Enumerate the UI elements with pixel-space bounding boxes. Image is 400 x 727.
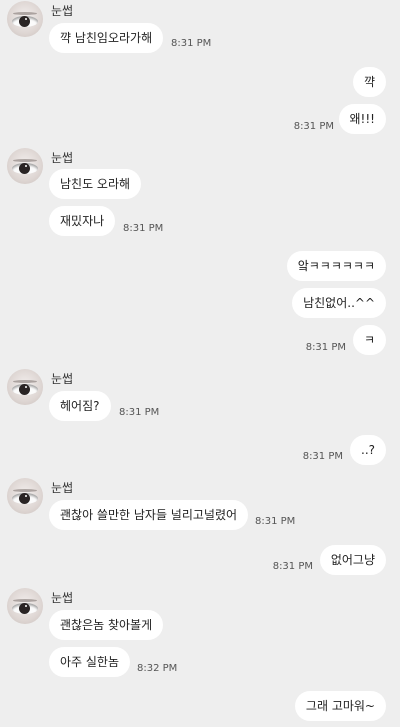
- eye-icon: [12, 384, 38, 395]
- sender-name: 눈썹: [51, 372, 74, 386]
- message-bubble[interactable]: 남친없어..^^: [292, 288, 386, 318]
- message-bubble[interactable]: 헤어짐?: [49, 391, 111, 421]
- avatar[interactable]: [7, 148, 43, 184]
- message-bubble[interactable]: ..?: [350, 435, 386, 465]
- message-time: 8:31 PM: [272, 561, 313, 572]
- message-bubble[interactable]: 앜ㅋㅋㅋㅋㅋㅋ: [286, 251, 386, 281]
- eye-icon: [12, 493, 38, 504]
- sender-name: 눈썹: [51, 4, 74, 18]
- message-bubble[interactable]: 남친도 오라해: [49, 169, 142, 199]
- avatar[interactable]: [7, 1, 43, 37]
- message-bubble[interactable]: 꺅: [352, 67, 386, 97]
- sender-name: 눈썹: [51, 151, 74, 165]
- avatar[interactable]: [7, 588, 43, 624]
- message-bubble[interactable]: 그래 고마워~: [294, 691, 386, 721]
- message-time: 8:31 PM: [123, 223, 164, 234]
- avatar[interactable]: [7, 369, 43, 405]
- message-bubble[interactable]: 괜찮아 쓸만한 남자들 널리고널렸어: [49, 500, 249, 530]
- avatar-brow: [13, 599, 37, 602]
- message-bubble[interactable]: 재밌자나: [49, 206, 116, 236]
- chat-area[interactable]: 눈썹 꺅 남친임오라가해 8:31 PM 꺅 왜!!! 8:31 PM 눈썹 남…: [0, 0, 400, 727]
- message-bubble[interactable]: 꺅 남친임오라가해: [49, 23, 164, 53]
- avatar-brow: [13, 380, 37, 383]
- message-time: 8:31 PM: [119, 407, 160, 418]
- message-time: 8:32 PM: [137, 663, 178, 674]
- message-bubble[interactable]: ㅋ: [352, 325, 386, 355]
- message-time: 8:31 PM: [255, 516, 296, 527]
- message-time: 8:31 PM: [293, 121, 334, 132]
- avatar-brow: [13, 489, 37, 492]
- sender-name: 눈썹: [51, 481, 74, 495]
- message-time: 8:31 PM: [302, 451, 343, 462]
- message-bubble[interactable]: 괜찮은놈 찾아볼게: [49, 610, 164, 640]
- message-time: 8:31 PM: [171, 38, 212, 49]
- avatar-brow: [13, 159, 37, 162]
- message-bubble[interactable]: 없어그냥: [319, 545, 386, 575]
- avatar[interactable]: [7, 478, 43, 514]
- message-bubble[interactable]: 아주 실한놈: [49, 647, 131, 677]
- eye-icon: [12, 16, 38, 27]
- eye-icon: [12, 163, 38, 174]
- message-time: 8:31 PM: [305, 342, 346, 353]
- eye-icon: [12, 603, 38, 614]
- avatar-brow: [13, 12, 37, 15]
- message-bubble[interactable]: 왜!!!: [338, 104, 386, 134]
- sender-name: 눈썹: [51, 591, 74, 605]
